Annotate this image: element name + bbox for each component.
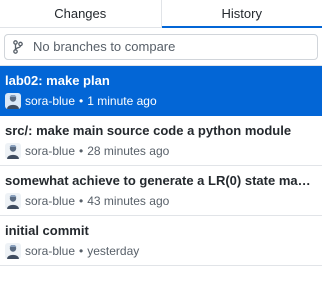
- commit-meta: sora-blue • 28 minutes ago: [5, 143, 316, 159]
- commit-time: 28 minutes ago: [87, 144, 170, 158]
- commit-author: sora-blue: [25, 144, 76, 158]
- commit-row[interactable]: src/: make main source code a python mod…: [0, 116, 322, 166]
- commit-time: yesterday: [87, 244, 140, 258]
- tab-changes[interactable]: Changes: [0, 0, 162, 28]
- commit-meta: sora-blue • yesterday: [5, 243, 316, 259]
- commit-author: sora-blue: [25, 94, 76, 108]
- meta-separator: •: [79, 194, 84, 208]
- avatar: [5, 193, 21, 209]
- tab-bar: Changes History: [0, 0, 322, 28]
- commit-summary: lab02: make plan: [5, 73, 110, 88]
- branch-compare-placeholder: No branches to compare: [33, 39, 176, 54]
- meta-separator: •: [79, 244, 84, 258]
- commit-summary: src/: make main source code a python mod…: [5, 123, 292, 138]
- commit-author: sora-blue: [25, 244, 76, 258]
- commit-summary: somewhat achieve to generate a LR(0) sta…: [5, 173, 316, 188]
- commit-summary: initial commit: [5, 223, 89, 238]
- avatar: [5, 143, 21, 159]
- tab-changes-label: Changes: [54, 6, 107, 21]
- tab-history[interactable]: History: [161, 0, 322, 28]
- commit-time: 43 minutes ago: [87, 194, 170, 208]
- commit-list: lab02: make plan sora-blue • 1 minute ag…: [0, 66, 322, 266]
- commit-time: 1 minute ago: [87, 94, 157, 108]
- meta-separator: •: [79, 144, 84, 158]
- avatar: [5, 93, 21, 109]
- commit-meta: sora-blue • 43 minutes ago: [5, 193, 316, 209]
- commit-row[interactable]: lab02: make plan sora-blue • 1 minute ag…: [0, 66, 322, 116]
- avatar: [5, 243, 21, 259]
- branch-compare-input[interactable]: No branches to compare: [4, 33, 318, 60]
- commit-row[interactable]: somewhat achieve to generate a LR(0) sta…: [0, 166, 322, 216]
- tab-history-label: History: [221, 5, 262, 21]
- commit-author: sora-blue: [25, 194, 76, 208]
- branch-compare-bar: No branches to compare: [0, 28, 322, 66]
- history-panel: Changes History No branches to compare l…: [0, 0, 322, 295]
- commit-row[interactable]: initial commit sora-blue • yesterday: [0, 216, 322, 266]
- commit-meta: sora-blue • 1 minute ago: [5, 93, 316, 109]
- meta-separator: •: [79, 94, 84, 108]
- git-branch-icon: [11, 39, 25, 55]
